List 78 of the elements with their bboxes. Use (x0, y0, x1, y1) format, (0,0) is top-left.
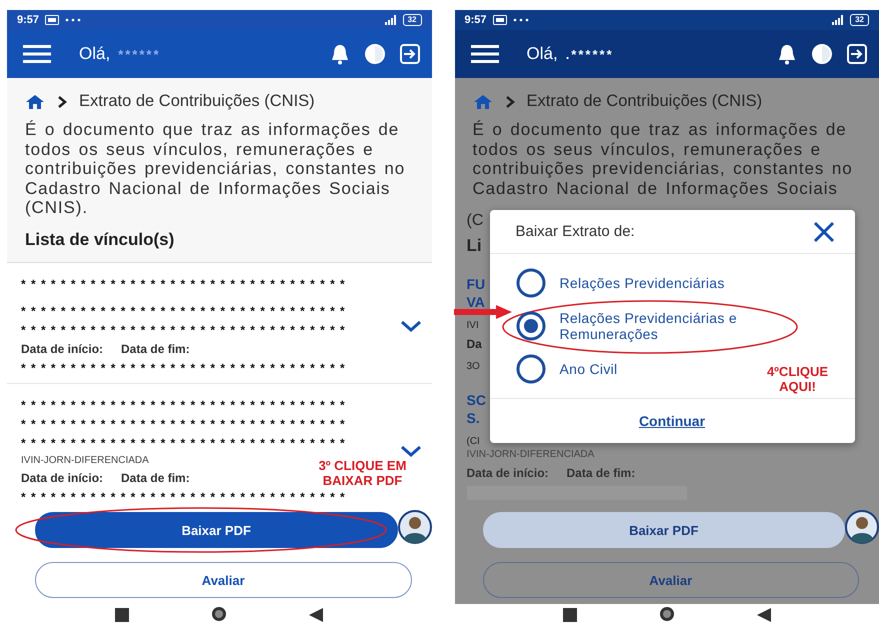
greeting: Olá, (79, 44, 110, 64)
partial-text: (CI (466, 436, 480, 447)
partial-text: Da (466, 337, 482, 351)
radio-option[interactable]: Relações Previdenciárias e Remunerações (490, 304, 800, 348)
radio-button[interactable] (516, 268, 546, 298)
masked-text: ********************************* (21, 490, 352, 504)
arrow-drawing (454, 305, 512, 319)
home-icon[interactable] (25, 94, 45, 110)
home-button-icon[interactable] (211, 606, 228, 622)
radio-option[interactable]: Relações Previdenciárias (490, 262, 745, 304)
bell-icon[interactable] (777, 43, 797, 65)
user-name: ****** (118, 46, 161, 62)
greeting: Olá, (526, 44, 558, 64)
end-date-label: Data de fim: (121, 470, 190, 484)
vinculo-subtitle: IVIN-JORN-DIFERENCIADA (466, 449, 596, 460)
page-title: Extrato de Contribuições (CNIS) (79, 92, 315, 111)
radio-button[interactable] (516, 354, 546, 384)
partial-text: IVI (466, 320, 479, 331)
status-time: 9:57 (464, 14, 487, 26)
status-time: 9:57 (17, 14, 40, 26)
user-name: .****** (566, 46, 614, 62)
partial-text: SC (466, 392, 486, 408)
download-pdf-button[interactable]: Baixar PDF (35, 512, 398, 548)
menu-icon[interactable] (470, 44, 498, 64)
radio-option[interactable]: Ano Civil (490, 348, 638, 390)
chevron-down-icon[interactable] (400, 320, 422, 332)
radio-button[interactable] (516, 311, 546, 341)
rate-button[interactable]: Avaliar (35, 562, 412, 598)
masked-text: ********************************* (21, 436, 352, 450)
start-date-label: Data de início: (21, 470, 104, 484)
masked-text: ********************************* (21, 416, 352, 430)
back-icon[interactable] (309, 608, 324, 622)
square-icon[interactable] (562, 608, 577, 622)
more-dots-icon (65, 18, 82, 22)
partial-text: VA (466, 294, 485, 310)
masked-text: ********************************* (21, 360, 352, 374)
end-date-label: Data de fim: (566, 466, 636, 480)
description-text: É o documento que traz as informações de todos os seus vínculos, remunerações e contribuições previdenciárias, constantes no Cadastro Nacional de Informações Sociais (472, 120, 854, 198)
masked-text: ********************************* (21, 304, 352, 318)
end-date-label: Data de fim: (121, 342, 190, 356)
partial-text: (C (466, 212, 484, 230)
logout-icon[interactable] (400, 44, 420, 64)
chevron-right-icon (57, 94, 67, 108)
masked-text: ********************************* (21, 398, 352, 412)
back-icon[interactable] (756, 608, 771, 622)
section-title: Lista de vínculo(s) (25, 230, 176, 250)
start-date-label: Data de início: (466, 466, 549, 480)
description-text: É o documento que traz as informações de todos os seus vínculos, remunerações e contribuições previdenciárias, constantes no Cadastro Nacional de Informações Sociais (CNIS). (25, 120, 406, 218)
more-dots-icon (512, 18, 529, 22)
partial-text: FU (466, 276, 486, 292)
bell-icon[interactable] (330, 43, 350, 65)
home-button-icon[interactable] (658, 606, 675, 622)
continue-link[interactable]: Continuar (638, 413, 706, 429)
close-icon[interactable] (812, 220, 834, 242)
chevron-right-icon (504, 94, 514, 108)
partial-text: 3O (466, 361, 480, 372)
masked-text: ********************************* (21, 322, 352, 336)
contrast-icon[interactable] (364, 43, 386, 65)
download-pdf-button[interactable]: Baixar PDF (482, 512, 845, 548)
avatar-icon[interactable] (398, 510, 432, 544)
start-date-label: Data de início: (21, 342, 104, 356)
dialog-title: Baixar Extrato de: (516, 223, 635, 240)
partial-text: S. (466, 410, 480, 426)
message-icon (45, 15, 60, 25)
page-title: Extrato de Contribuições (CNIS) (526, 92, 762, 111)
annotation-text: 4ºCLIQUE AQUI! (766, 364, 830, 394)
avatar-icon[interactable] (845, 510, 879, 544)
chevron-down-icon[interactable] (400, 444, 422, 456)
masked-text: ********************************* (21, 276, 352, 290)
battery-level: 32 (850, 14, 869, 26)
annotation-text: 3º CLIQUE EM BAIXAR PDF (318, 458, 408, 488)
square-icon[interactable] (115, 608, 130, 622)
battery-level: 32 (402, 14, 422, 26)
menu-icon[interactable] (23, 44, 51, 64)
message-icon (492, 15, 507, 25)
partial-text: Li (466, 236, 482, 256)
contrast-icon[interactable] (811, 43, 833, 65)
logout-icon[interactable] (847, 44, 867, 64)
